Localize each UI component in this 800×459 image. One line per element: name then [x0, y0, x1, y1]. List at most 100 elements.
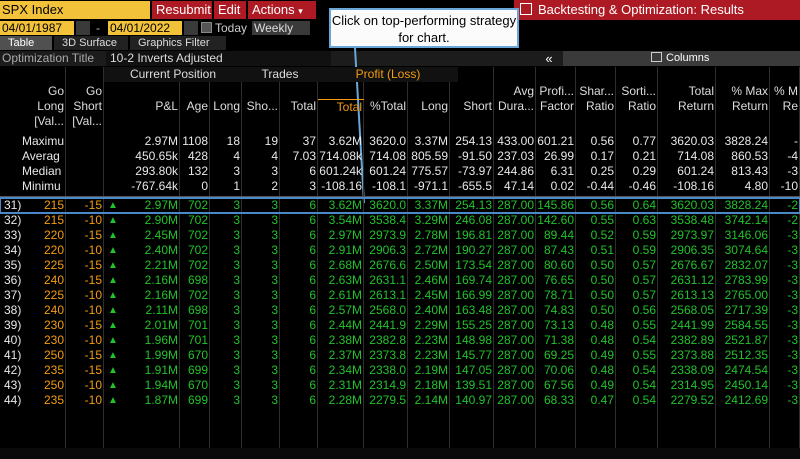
row-cell[interactable]: 3 [210, 393, 242, 408]
row-cell[interactable]: 702 [180, 243, 210, 258]
row-cell[interactable]: 6 [280, 198, 318, 213]
row-cell[interactable]: 1.99M [120, 348, 180, 363]
column-header[interactable] [210, 84, 242, 99]
row-cell[interactable]: 3 [242, 378, 280, 393]
row-cell[interactable]: 2.90M [120, 213, 180, 228]
row-cell[interactable]: -2 [770, 198, 800, 213]
row-cell[interactable]: -3 [770, 348, 800, 363]
row-cell[interactable]: 3 [242, 273, 280, 288]
column-header[interactable] [242, 84, 280, 99]
row-cell[interactable]: 173.54 [450, 258, 494, 273]
row-cell[interactable]: 2.31M [318, 378, 364, 393]
row-cell[interactable]: 163.48 [450, 303, 494, 318]
row-cell[interactable]: -10 [66, 243, 104, 258]
columns-button[interactable]: Columns [563, 51, 800, 66]
row-cell[interactable]: 3 [210, 213, 242, 228]
row-cell[interactable]: 67.56 [536, 378, 576, 393]
optimization-title-field[interactable]: 10-2 Inverts Adjusted [106, 51, 331, 66]
column-header[interactable]: Long [20, 99, 66, 114]
row-cell[interactable]: 240 [20, 303, 66, 318]
row-cell[interactable]: -3 [770, 378, 800, 393]
row-cell[interactable]: -10 [66, 213, 104, 228]
column-header[interactable] [318, 114, 364, 129]
row-cell[interactable]: 2373.8 [364, 348, 408, 363]
row-cell[interactable]: 3 [242, 198, 280, 213]
column-header[interactable]: Total [658, 84, 716, 99]
row-cell[interactable]: 6 [280, 333, 318, 348]
tab-3d-surface[interactable]: 3D Surface [54, 36, 128, 50]
row-cell[interactable]: 2373.88 [658, 348, 716, 363]
row-cell[interactable]: 2441.99 [658, 318, 716, 333]
row-cell[interactable]: 2.50M [408, 258, 450, 273]
row-cell[interactable]: 2.14M [408, 393, 450, 408]
row-cell[interactable]: 225 [20, 288, 66, 303]
row-cell[interactable]: 2.16M [120, 273, 180, 288]
row-cell[interactable]: 2.44M [318, 318, 364, 333]
row-cell[interactable]: 670 [180, 348, 210, 363]
row-cell[interactable]: 701 [180, 318, 210, 333]
row-cell[interactable]: 2512.35 [716, 348, 770, 363]
row-cell[interactable]: 2338.0 [364, 363, 408, 378]
row-cell[interactable]: 6 [280, 258, 318, 273]
row-cell[interactable]: 3 [210, 288, 242, 303]
row-cell[interactable]: 250 [20, 378, 66, 393]
column-header[interactable]: Short [450, 99, 494, 114]
column-header[interactable]: Re [770, 99, 800, 114]
row-cell[interactable]: 76.65 [536, 273, 576, 288]
row-cell[interactable]: 6 [280, 288, 318, 303]
row-cell[interactable]: 155.25 [450, 318, 494, 333]
row-cell[interactable]: 2.63M [318, 273, 364, 288]
row-cell[interactable]: 287.00 [494, 333, 536, 348]
column-header[interactable] [408, 84, 450, 99]
row-cell[interactable]: 287.00 [494, 348, 536, 363]
column-header[interactable] [716, 114, 770, 129]
row-cell[interactable]: 1.87M [120, 393, 180, 408]
row-cell[interactable]: 3828.24 [716, 198, 770, 213]
row-cell[interactable]: 6 [280, 228, 318, 243]
frequency-select[interactable]: Weekly [252, 21, 310, 35]
row-cell[interactable]: -15 [66, 363, 104, 378]
row-cell[interactable]: -10 [66, 303, 104, 318]
row-cell[interactable]: 0.56 [576, 198, 616, 213]
row-cell[interactable]: 287.00 [494, 228, 536, 243]
column-header[interactable]: Total [318, 99, 364, 114]
row-cell[interactable]: 3 [210, 318, 242, 333]
column-header[interactable]: Profi... [536, 84, 576, 99]
column-header[interactable]: Short [66, 99, 104, 114]
row-cell[interactable]: 2314.9 [364, 378, 408, 393]
row-cell[interactable]: 145.86 [536, 198, 576, 213]
row-cell[interactable]: 2.61M [318, 288, 364, 303]
row-cell[interactable]: -10 [66, 393, 104, 408]
row-cell[interactable]: 287.00 [494, 393, 536, 408]
calendar-icon[interactable] [76, 21, 90, 35]
row-cell[interactable]: 0.57 [616, 273, 658, 288]
row-cell[interactable]: -10 [66, 378, 104, 393]
row-cell[interactable]: 3 [242, 333, 280, 348]
row-cell[interactable]: 190.27 [450, 243, 494, 258]
actions-button[interactable]: Actions ▾ [248, 1, 316, 19]
row-cell[interactable]: 2783.99 [716, 273, 770, 288]
row-cell[interactable]: -3 [770, 363, 800, 378]
column-header[interactable] [280, 114, 318, 129]
column-header[interactable]: Sho... [242, 99, 280, 114]
column-header[interactable] [364, 84, 408, 99]
row-cell[interactable]: 6 [280, 303, 318, 318]
row-cell[interactable]: -3 [770, 243, 800, 258]
row-cell[interactable]: 196.81 [450, 228, 494, 243]
row-cell[interactable]: 87.43 [536, 243, 576, 258]
row-cell[interactable]: 0.64 [616, 198, 658, 213]
row-cell[interactable]: 2.45M [120, 228, 180, 243]
row-cell[interactable]: 287.00 [494, 198, 536, 213]
row-cell[interactable]: 0.59 [616, 243, 658, 258]
row-cell[interactable]: 702 [180, 213, 210, 228]
column-header[interactable] [120, 114, 180, 129]
row-cell[interactable]: -3 [770, 273, 800, 288]
row-cell[interactable]: 78.71 [536, 288, 576, 303]
row-cell[interactable]: 140.97 [450, 393, 494, 408]
row-cell[interactable]: 3 [210, 348, 242, 363]
row-cell[interactable]: 2568.0 [364, 303, 408, 318]
row-cell[interactable]: 3742.14 [716, 213, 770, 228]
calendar-icon-end[interactable] [184, 21, 198, 35]
row-cell[interactable]: 215 [20, 213, 66, 228]
start-date-field[interactable]: 04/01/1987 [0, 21, 74, 35]
